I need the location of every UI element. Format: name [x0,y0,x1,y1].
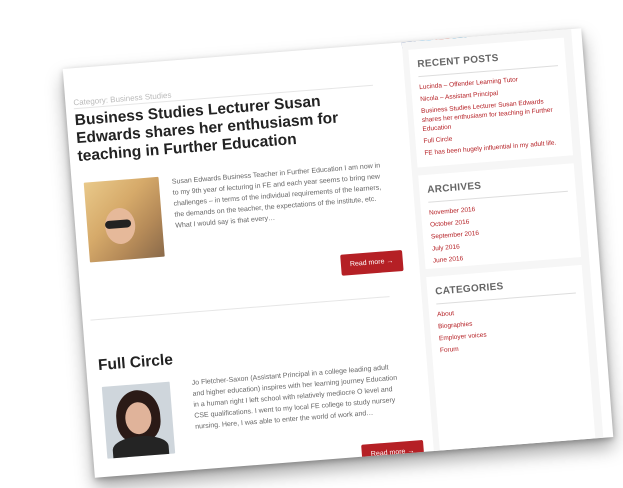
post-excerpt: Susan Edwards Business Teacher in Furthe… [171,162,382,230]
post-excerpt: Jo Fletcher-Saxon (Assistant Principal i… [191,364,398,431]
blog-page: Category: Business Studies Business Stud… [62,28,614,478]
divider [90,296,390,321]
widget-title: ARCHIVES [426,180,482,196]
recent-posts-list: Lucinda – Offender Learning Tutor Nicola… [419,72,565,161]
post-thumbnail[interactable] [83,176,165,263]
read-more-button[interactable]: Read more → [340,250,404,276]
read-more-button[interactable]: Read more → [361,439,425,466]
main-content: Category: Business Studies Business Stud… [63,43,425,478]
post-thumbnail[interactable] [101,381,176,459]
portrait-shoulders [111,433,170,459]
recent-posts-widget: RECENT POSTS Lucinda – Offender Learning… [408,37,574,168]
sidebar: RECENT POSTS Lucinda – Offender Learning… [401,29,604,452]
widget-title: CATEGORIES [434,281,504,298]
post-title-link[interactable]: Full Circle [97,351,173,375]
widget-title: RECENT POSTS [417,52,500,71]
categories-list: About Biographies Employer voices Forum [437,299,580,358]
archives-list: November 2016 October 2016 September 201… [429,198,573,269]
categories-widget: CATEGORIES About Biographies Employer vo… [426,264,596,451]
archives-widget: ARCHIVES November 2016 October 2016 Sept… [418,163,582,270]
